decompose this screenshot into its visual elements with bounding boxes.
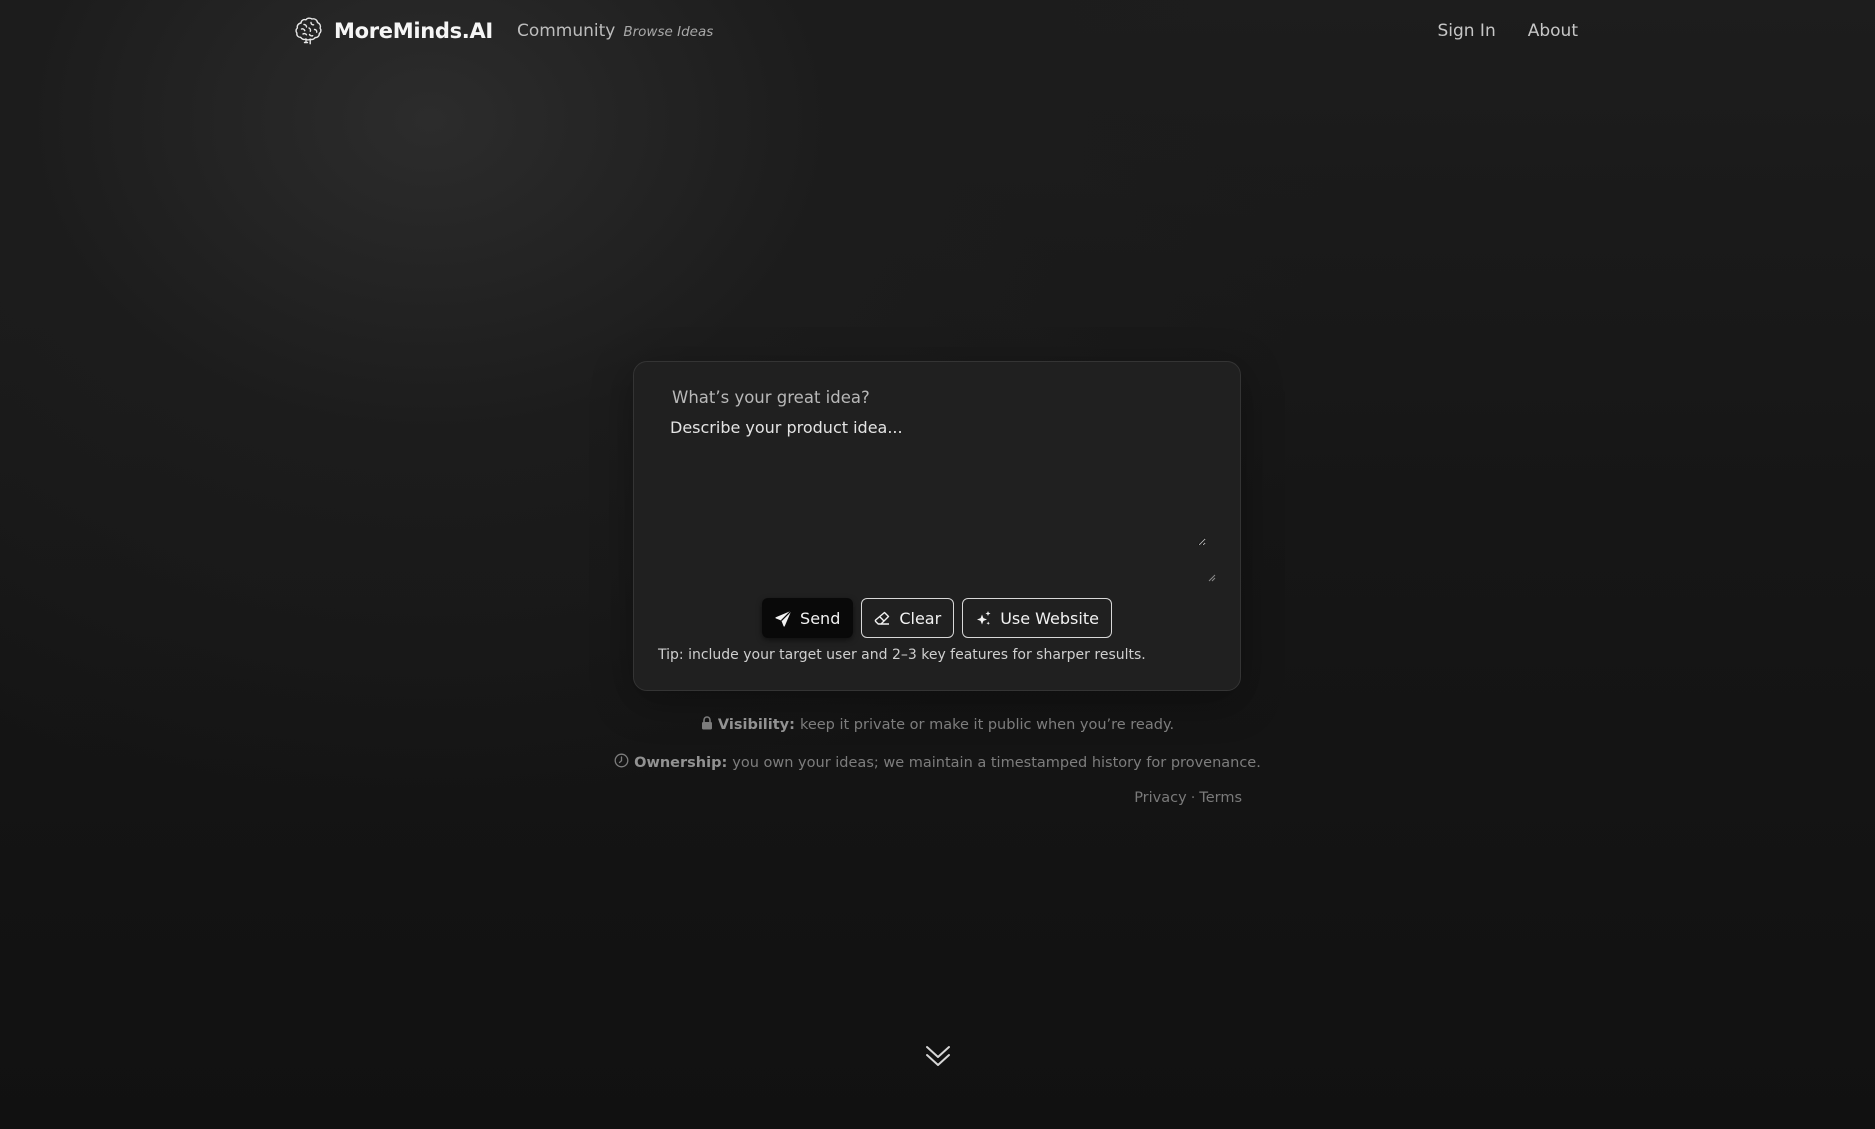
idea-composer-card: What’s your great idea? Send Clear <box>633 361 1241 691</box>
eraser-icon <box>874 610 891 627</box>
sparkles-icon <box>975 610 992 627</box>
idea-input[interactable] <box>670 414 1206 546</box>
sign-in-link[interactable]: Sign In <box>1437 21 1495 41</box>
visibility-note: Visibility: keep it private or make it p… <box>600 716 1275 734</box>
brain-icon <box>292 15 324 47</box>
send-icon <box>775 609 792 627</box>
privacy-link[interactable]: Privacy <box>1134 790 1187 806</box>
legal-separator: · <box>1190 790 1196 806</box>
ownership-text: you own your ideas; we maintain a timest… <box>732 754 1261 771</box>
brand-name: MoreMinds.AI <box>334 19 493 43</box>
clear-button[interactable]: Clear <box>861 598 955 638</box>
nav-community-group: Community Browse Ideas <box>517 21 713 41</box>
use-website-button[interactable]: Use Website <box>962 598 1112 638</box>
composer-actions: Send Clear Use Website <box>634 598 1240 638</box>
about-link[interactable]: About <box>1528 21 1578 41</box>
ownership-title: Ownership: <box>634 754 728 771</box>
nav-left: MoreMinds.AI Community Browse Ideas <box>292 15 713 47</box>
ownership-note: Ownership: you own your ideas; we mainta… <box>600 753 1275 772</box>
terms-link[interactable]: Terms <box>1199 790 1242 806</box>
nav-right: Sign In About <box>1437 21 1578 41</box>
lock-icon <box>701 716 713 734</box>
idea-prompt-label: What’s your great idea? <box>672 388 870 407</box>
composer-tip: Tip: include your target user and 2–3 ke… <box>658 647 1146 663</box>
send-label: Send <box>800 608 841 628</box>
visibility-title: Visibility: <box>717 717 795 733</box>
visibility-text: keep it private or make it public when y… <box>799 717 1175 733</box>
legal-links: Privacy · Terms <box>1000 790 1242 806</box>
clear-label: Clear <box>899 608 942 628</box>
top-nav: MoreMinds.AI Community Browse Ideas Sign… <box>292 0 1578 62</box>
nav-community-link[interactable]: Community <box>517 21 615 41</box>
brand-link[interactable]: MoreMinds.AI <box>292 15 493 47</box>
send-button[interactable]: Send <box>762 598 854 638</box>
clock-icon <box>614 753 629 772</box>
resize-handle-icon[interactable] <box>1206 572 1216 582</box>
nav-browse-ideas[interactable]: Browse Ideas <box>623 24 713 40</box>
use-website-label: Use Website <box>1000 608 1099 628</box>
scroll-down-chevron-icon[interactable] <box>923 1040 953 1070</box>
